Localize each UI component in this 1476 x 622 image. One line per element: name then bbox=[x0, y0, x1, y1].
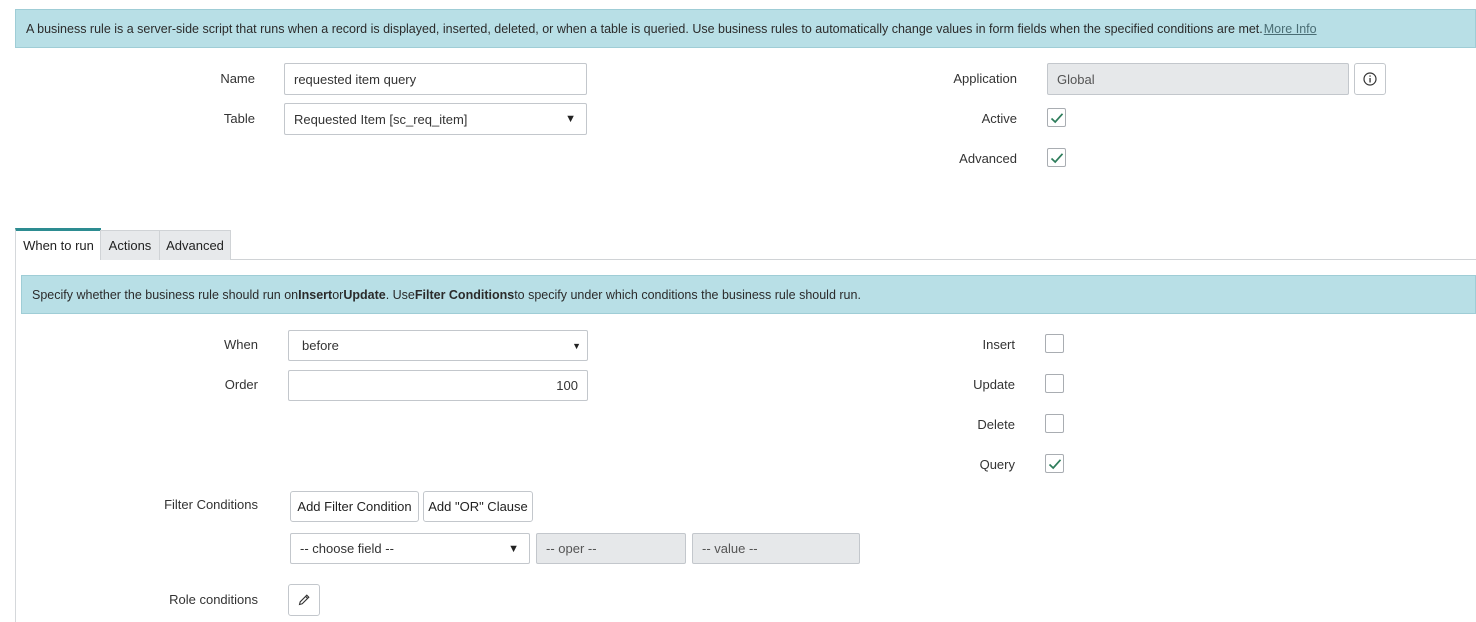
when-select[interactable]: before ▼ bbox=[288, 330, 588, 361]
tab-info-text-4: to specify under which conditions the bu… bbox=[514, 287, 861, 302]
order-input[interactable]: 100 bbox=[288, 370, 588, 401]
operator-value: -- oper -- bbox=[546, 541, 597, 556]
edit-role-conditions-button[interactable] bbox=[288, 584, 320, 616]
tab-info-text-1: Specify whether the business rule should… bbox=[32, 287, 299, 302]
operator-select: -- oper -- bbox=[536, 533, 686, 564]
tab-info-text-2: or bbox=[332, 287, 344, 302]
application-field: Global bbox=[1047, 63, 1349, 95]
tab-info-insert: Insert bbox=[298, 287, 333, 302]
active-checkbox[interactable] bbox=[1047, 108, 1066, 127]
order-label: Order bbox=[224, 377, 258, 392]
order-value: 100 bbox=[556, 378, 578, 393]
filter-conditions-label: Filter Conditions bbox=[164, 497, 258, 512]
choose-field-value: -- choose field -- bbox=[300, 541, 394, 556]
value-placeholder: -- value -- bbox=[702, 541, 758, 556]
update-label: Update bbox=[973, 377, 1015, 392]
table-label: Table bbox=[223, 111, 255, 126]
tab-strip-baseline bbox=[100, 259, 1476, 260]
table-select[interactable]: Requested Item [sc_req_item] ▼ bbox=[284, 103, 587, 135]
checkmark-icon bbox=[1050, 113, 1064, 124]
dropdown-arrow-icon: ▼ bbox=[508, 542, 519, 555]
tab-actions[interactable]: Actions bbox=[100, 230, 160, 260]
query-checkbox[interactable] bbox=[1045, 454, 1064, 473]
delete-label: Delete bbox=[977, 417, 1015, 432]
info-icon bbox=[1363, 72, 1377, 86]
table-value: Requested Item [sc_req_item] bbox=[294, 111, 468, 127]
application-label: Application bbox=[953, 71, 1017, 86]
checkmark-icon bbox=[1048, 459, 1062, 470]
more-info-link[interactable]: More Info bbox=[1264, 22, 1317, 36]
name-label: Name bbox=[220, 71, 255, 86]
application-value: Global bbox=[1057, 71, 1095, 87]
tab-actions-label: Actions bbox=[108, 238, 152, 253]
update-checkbox[interactable] bbox=[1045, 374, 1064, 393]
tab-info-text-3: . Use bbox=[385, 287, 415, 302]
dropdown-arrow-icon: ▼ bbox=[565, 113, 576, 125]
delete-checkbox[interactable] bbox=[1045, 414, 1064, 433]
choose-field-select[interactable]: -- choose field -- ▼ bbox=[290, 533, 530, 564]
when-value: before bbox=[302, 338, 339, 353]
value-input: -- value -- bbox=[692, 533, 860, 564]
pencil-icon bbox=[298, 594, 310, 606]
application-info-button[interactable] bbox=[1354, 63, 1386, 95]
tab-info-filter-conditions: Filter Conditions bbox=[414, 287, 515, 302]
add-or-clause-button[interactable]: Add "OR" Clause bbox=[423, 491, 533, 522]
role-conditions-label: Role conditions bbox=[169, 592, 258, 607]
tab-when-to-run[interactable]: When to run bbox=[15, 228, 101, 260]
name-input[interactable]: requested item query bbox=[284, 63, 587, 95]
info-banner-text: A business rule is a server-side script … bbox=[26, 21, 1263, 36]
tab-info-update: Update bbox=[343, 287, 386, 302]
insert-label: Insert bbox=[982, 337, 1015, 352]
tab-panel-border-left bbox=[15, 228, 16, 622]
advanced-label: Advanced bbox=[959, 151, 1017, 166]
dropdown-arrow-icon: ▼ bbox=[572, 340, 581, 351]
query-label: Query bbox=[979, 457, 1015, 472]
insert-checkbox[interactable] bbox=[1045, 334, 1064, 353]
checkmark-icon bbox=[1050, 153, 1064, 164]
name-value: requested item query bbox=[294, 71, 417, 87]
tab-when-to-run-label: When to run bbox=[23, 238, 94, 253]
when-label: When bbox=[224, 337, 258, 352]
tab-advanced-label: Advanced bbox=[166, 238, 224, 253]
tab-info-banner: Specify whether the business rule should… bbox=[21, 275, 1476, 314]
info-banner: A business rule is a server-side script … bbox=[15, 9, 1476, 48]
add-filter-condition-button[interactable]: Add Filter Condition bbox=[290, 491, 419, 522]
advanced-checkbox[interactable] bbox=[1047, 148, 1066, 167]
active-label: Active bbox=[981, 111, 1017, 126]
tab-advanced[interactable]: Advanced bbox=[159, 230, 231, 260]
